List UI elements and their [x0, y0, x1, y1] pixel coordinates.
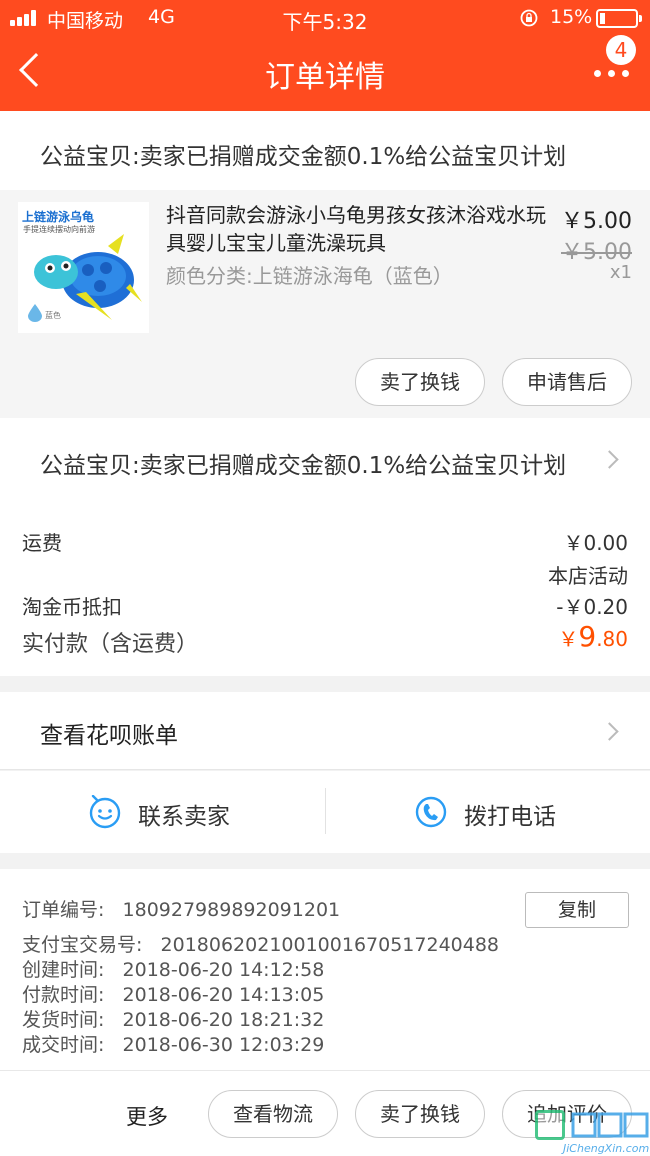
product-name[interactable]: 抖音同款会游泳小乌龟男孩女孩沐浴戏水玩具婴儿宝宝儿童洗澡玩具 [166, 201, 556, 257]
paid-amount: ￥9.80 [558, 620, 628, 653]
call-phone-button[interactable]: 拨打电话 [414, 790, 634, 834]
product-image-color-label: 蓝色 [45, 311, 61, 320]
message-count-badge: 4 [606, 35, 636, 65]
shipped-time-label: 发货时间: [22, 1009, 105, 1031]
shipping-label: 运费 [22, 531, 62, 555]
status-bar: 中国移动 4G 下午5:32 15% [0, 0, 650, 36]
product-image-title: 上链游泳乌龟 [22, 210, 95, 224]
watermark-glyphs-icon [571, 1112, 649, 1138]
resell-button[interactable]: 卖了换钱 [355, 358, 485, 406]
completed-time-label: 成交时间: [22, 1034, 105, 1056]
alipay-trade-row: 支付宝交易号: 2018062021001001670517240488 [22, 933, 499, 958]
watermark-logo: JiChengXin.com [533, 1108, 650, 1156]
charity-notice-text-2[interactable]: 公益宝贝:卖家已捐赠成交金额0.1%给公益宝贝计划 [40, 446, 566, 480]
contact-divider [325, 788, 326, 834]
watermark-text: JiChengXin.com [563, 1142, 650, 1155]
rotation-lock-icon [520, 9, 538, 27]
paid-amount-label: 实付款（含运费） [22, 632, 199, 657]
product-spec: 颜色分类:上链游泳海龟（蓝色） [166, 264, 453, 288]
charity-notice-text: 公益宝贝:卖家已捐赠成交金额0.1%给公益宝贝计划 [40, 144, 567, 170]
alipay-trade-value: 2018062021001001670517240488 [160, 934, 500, 956]
contact-seller-button[interactable]: 联系卖家 [88, 790, 308, 834]
charity-notice-row[interactable]: 公益宝贝:卖家已捐赠成交金额0.1%给公益宝贝计划 [0, 111, 650, 272]
more-actions-button[interactable]: 更多 [126, 1101, 168, 1131]
huabei-row[interactable]: 查看花呗账单 [0, 692, 650, 770]
shipping-value: ￥0.00 [563, 531, 628, 555]
call-phone-label: 拨打电话 [464, 804, 556, 830]
created-time-label: 创建时间: [22, 959, 105, 981]
product-quantity: x1 [609, 262, 632, 283]
huabei-label: 查看花呗账单 [40, 723, 178, 749]
paid-integer: 9 [578, 620, 597, 653]
product-image[interactable]: 上链游泳乌龟 手提连续摆动向前游 蓝色 [18, 202, 149, 333]
contact-seller-label: 联系卖家 [138, 804, 230, 830]
store-promo-label: 本店活动 [548, 564, 628, 588]
turtle-toy-icon [34, 234, 142, 320]
paid-decimal: .80 [596, 627, 628, 651]
copy-order-number-button[interactable]: 复制 [525, 892, 629, 928]
page-title: 订单详情 [265, 60, 385, 95]
paid-time-value: 2018-06-20 14:13:05 [122, 984, 325, 1006]
more-menu-button[interactable] [594, 70, 630, 78]
watermark-square-icon [535, 1110, 565, 1140]
paid-time-label: 付款时间: [22, 984, 105, 1006]
view-logistics-button[interactable]: 查看物流 [208, 1090, 338, 1138]
order-number-value[interactable]: 180927989892091201 [123, 899, 341, 921]
alipay-trade-label: 支付宝交易号: [22, 934, 143, 956]
taojinbi-label: 淘金币抵扣 [22, 595, 122, 619]
top-bar: 中国移动 4G 下午5:32 15% 订单详情 4 [0, 0, 650, 111]
battery-percent: 15% [550, 6, 593, 28]
after-sale-button[interactable]: 申请售后 [502, 358, 632, 406]
chat-smile-icon [89, 795, 121, 829]
battery-icon [596, 9, 642, 28]
phone-icon [415, 796, 447, 828]
created-time-value: 2018-06-20 14:12:58 [122, 959, 325, 981]
shipped-time-value: 2018-06-20 18:21:32 [122, 1009, 325, 1031]
water-drop-icon [28, 304, 42, 322]
taojinbi-value: -￥0.20 [556, 595, 628, 619]
completed-time-row: 成交时间: 2018-06-30 12:03:29 [22, 1033, 324, 1058]
created-time-row: 创建时间: 2018-06-20 14:12:58 [22, 958, 324, 983]
paid-time-row: 付款时间: 2018-06-20 14:13:05 [22, 983, 324, 1008]
shipped-time-row: 发货时间: 2018-06-20 18:21:32 [22, 1008, 324, 1033]
completed-time-value: 2018-06-30 12:03:29 [122, 1034, 325, 1056]
product-price: ￥5.00 [561, 209, 632, 234]
resell-button-footer[interactable]: 卖了换钱 [355, 1090, 485, 1138]
order-number-label: 订单编号: [22, 899, 105, 921]
order-number-row: 订单编号: 180927989892091201 [22, 898, 340, 923]
paid-currency: ￥ [558, 627, 579, 651]
